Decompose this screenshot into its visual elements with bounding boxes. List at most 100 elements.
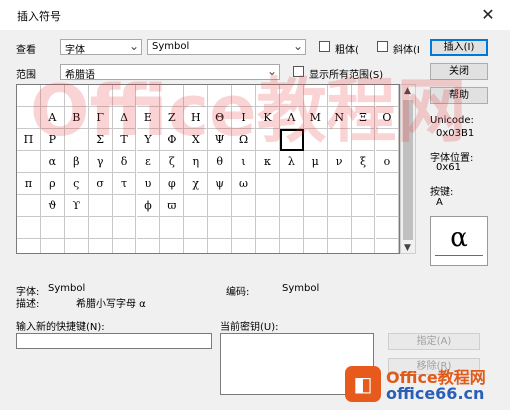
symbol-cell[interactable]: Β	[64, 107, 89, 129]
symbol-cell[interactable]: ζ	[160, 151, 185, 173]
symbol-cell[interactable]	[328, 239, 352, 253]
range-select[interactable]: 希腊语 ⌄	[60, 64, 280, 81]
symbol-cell[interactable]	[89, 239, 113, 253]
symbol-cell[interactable]	[280, 239, 304, 253]
symbol-cell[interactable]: ϖ	[160, 195, 185, 217]
symbol-cell[interactable]	[208, 85, 233, 107]
symbol-cell[interactable]: ω	[232, 173, 256, 195]
symbol-cell[interactable]	[351, 173, 376, 195]
symbol-cell[interactable]	[17, 217, 41, 239]
symbol-cell[interactable]: Κ	[256, 107, 280, 129]
symbol-cell[interactable]	[88, 85, 113, 107]
symbol-cell[interactable]: Ι	[232, 107, 256, 129]
close-button[interactable]: 关闭	[430, 63, 488, 80]
symbol-cell[interactable]	[17, 85, 41, 107]
symbol-cell[interactable]: Θ	[208, 107, 233, 129]
symbol-cell[interactable]	[40, 217, 65, 239]
symbol-cell[interactable]: Φ	[160, 129, 185, 151]
symbol-cell[interactable]: ψ	[208, 173, 233, 195]
symbol-cell[interactable]	[137, 239, 161, 253]
symbol-cell[interactable]: υ	[136, 173, 161, 195]
symbol-cell[interactable]	[160, 85, 185, 107]
symbol-cell[interactable]: δ	[112, 151, 137, 173]
symbol-cell[interactable]	[375, 129, 399, 151]
symbol-cell[interactable]	[160, 239, 185, 253]
symbol-cell[interactable]: Γ	[88, 107, 113, 129]
symbol-cell[interactable]: α	[40, 151, 65, 173]
symbol-cell[interactable]	[256, 85, 280, 107]
symbol-cell[interactable]	[327, 195, 352, 217]
symbol-cell[interactable]	[375, 217, 399, 239]
symbol-cell[interactable]: Ρ	[40, 129, 65, 151]
symbol-cell[interactable]: Μ	[303, 107, 328, 129]
symbol-cell[interactable]: Ψ	[208, 129, 233, 151]
symbol-cell[interactable]	[352, 239, 376, 253]
scroll-up-icon[interactable]: ▲	[404, 86, 411, 96]
symbol-cell[interactable]	[375, 173, 399, 195]
symbol-cell[interactable]: τ	[112, 173, 137, 195]
symbol-cell[interactable]: ξ	[351, 151, 376, 173]
symbol-cell[interactable]	[88, 195, 113, 217]
symbol-cell[interactable]: Ε	[136, 107, 161, 129]
symbol-cell[interactable]	[327, 217, 352, 239]
symbol-cell[interactable]	[351, 217, 376, 239]
symbol-cell[interactable]: Η	[184, 107, 209, 129]
symbol-cell[interactable]	[64, 129, 89, 151]
symbol-cell[interactable]	[256, 195, 280, 217]
scrollbar-thumb[interactable]	[403, 100, 413, 240]
symbol-cell[interactable]	[17, 195, 41, 217]
symbol-cell[interactable]: ϒ	[64, 195, 89, 217]
symbol-cell[interactable]	[17, 151, 41, 173]
bold-checkbox[interactable]	[319, 41, 330, 52]
show-all-checkbox[interactable]	[293, 66, 304, 77]
symbol-cell[interactable]	[279, 217, 304, 239]
symbol-cell[interactable]	[232, 195, 256, 217]
symbol-cell[interactable]	[40, 85, 65, 107]
close-icon[interactable]: ✕	[478, 5, 498, 25]
symbol-cell[interactable]	[136, 85, 161, 107]
scroll-down-icon[interactable]: ▼	[404, 243, 411, 253]
insert-button[interactable]: 插入(I)	[430, 39, 488, 56]
symbol-cell[interactable]	[113, 239, 137, 253]
font-type-select[interactable]: 字体 ⌄	[60, 39, 142, 56]
symbol-cell[interactable]: Υ	[136, 129, 161, 151]
symbol-cell[interactable]: σ	[88, 173, 113, 195]
symbol-cell[interactable]	[184, 195, 209, 217]
symbol-cell[interactable]	[112, 217, 137, 239]
symbol-cell[interactable]	[256, 217, 280, 239]
symbol-cell[interactable]: Ζ	[160, 107, 185, 129]
symbol-cell[interactable]: Ο	[375, 107, 399, 129]
symbol-cell[interactable]	[303, 173, 328, 195]
symbol-cell[interactable]: κ	[256, 151, 280, 173]
symbol-cell[interactable]	[256, 173, 280, 195]
symbol-cell[interactable]	[375, 85, 399, 107]
symbol-cell[interactable]	[184, 217, 209, 239]
symbol-cell[interactable]: ο	[375, 151, 399, 173]
symbol-cell[interactable]	[351, 195, 376, 217]
symbol-cell[interactable]	[65, 239, 89, 253]
symbol-cell[interactable]	[112, 195, 137, 217]
symbol-cell[interactable]	[327, 85, 352, 107]
symbol-cell[interactable]: θ	[208, 151, 233, 173]
symbol-cell[interactable]	[304, 239, 328, 253]
symbol-cell[interactable]	[232, 239, 256, 253]
symbol-cell[interactable]	[41, 239, 65, 253]
symbol-cell[interactable]	[279, 129, 304, 151]
symbol-cell[interactable]	[160, 217, 185, 239]
symbol-cell[interactable]	[256, 239, 280, 253]
symbol-cell[interactable]	[64, 217, 89, 239]
symbol-cell[interactable]: Ω	[232, 129, 256, 151]
symbol-cell[interactable]	[256, 129, 280, 151]
symbol-cell[interactable]: η	[184, 151, 209, 173]
symbol-cell[interactable]	[17, 107, 41, 129]
assign-button[interactable]: 指定(A)	[388, 333, 480, 350]
symbol-cell[interactable]	[208, 239, 233, 253]
symbol-cell[interactable]: Χ	[184, 129, 209, 151]
symbol-cell[interactable]: ϑ	[40, 195, 65, 217]
symbol-cell[interactable]	[327, 173, 352, 195]
symbol-cell[interactable]: Δ	[112, 107, 137, 129]
symbol-cell[interactable]	[303, 195, 328, 217]
symbol-cell[interactable]: β	[64, 151, 89, 173]
symbol-cell[interactable]	[17, 239, 41, 253]
symbol-cell[interactable]	[327, 129, 352, 151]
